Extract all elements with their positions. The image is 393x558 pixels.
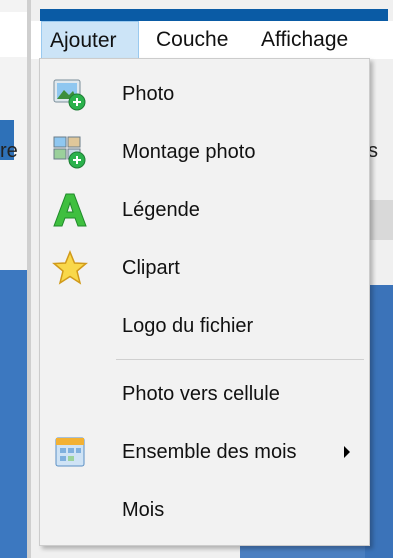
menu-item-label: Clipart xyxy=(122,257,180,279)
caption-A-icon xyxy=(53,193,87,227)
menu-ajouter[interactable]: Ajouter xyxy=(41,21,139,59)
menu-item-mois[interactable]: Mois xyxy=(40,485,369,535)
background-canvas xyxy=(0,270,27,558)
submenu-arrow-icon xyxy=(344,446,350,458)
menu-item-clipart[interactable]: Clipart xyxy=(40,243,369,293)
menu-bar: Ajouter Couche Affichage xyxy=(31,21,393,59)
menu-affichage[interactable]: Affichage xyxy=(253,21,356,59)
menu-item-ensemble-des-mois[interactable]: Ensemble des mois xyxy=(40,427,369,477)
menu-item-logo-du-fichier[interactable]: Logo du fichier xyxy=(40,301,369,351)
photo-montage-add-icon xyxy=(53,136,86,169)
menu-item-label: Légende xyxy=(122,199,200,221)
menu-item-label: Logo du fichier xyxy=(122,315,254,337)
menu-item-label: Mois xyxy=(122,499,165,521)
background-window-left: re xyxy=(0,0,27,558)
menu-couche[interactable]: Couche xyxy=(148,21,236,59)
photo-add-icon xyxy=(53,79,86,111)
background-text-fragment: re xyxy=(0,140,18,162)
menu-item-photo[interactable]: Photo xyxy=(40,69,369,119)
background-strip xyxy=(0,12,27,57)
menu-item-label: Montage photo xyxy=(122,141,256,163)
menu-item-label: Photo xyxy=(122,83,175,105)
menu-item-montage-photo[interactable]: Montage photo xyxy=(40,127,369,177)
menu-item-label: Photo vers cellule xyxy=(122,383,280,405)
menu-item-photo-vers-cellule[interactable]: Photo vers cellule xyxy=(40,369,369,419)
calendar-icon xyxy=(55,437,85,467)
menu-item-label: Ensemble des mois xyxy=(122,441,297,463)
star-icon xyxy=(52,250,88,285)
ajouter-dropdown-menu: Photo Montage photo Légende Clipart Logo… xyxy=(39,58,370,546)
title-bar xyxy=(40,9,388,21)
menu-item-legende[interactable]: Légende xyxy=(40,185,369,235)
menu-separator xyxy=(116,359,364,360)
